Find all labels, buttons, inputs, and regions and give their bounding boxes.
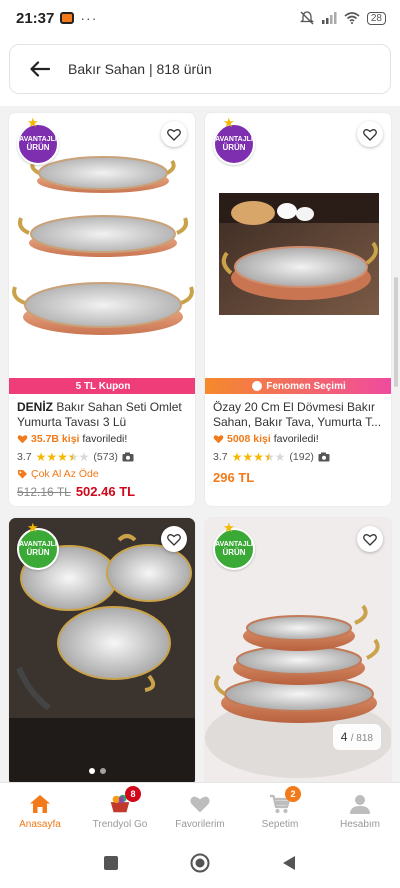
heart-outline-icon xyxy=(167,533,181,546)
search-bar[interactable]: Bakır Sahan | 818 ürün xyxy=(9,44,391,94)
product-brand: DENİZ xyxy=(17,400,53,414)
pagination-dot[interactable] xyxy=(89,768,95,774)
favorite-button[interactable] xyxy=(357,121,383,147)
recent-apps-icon[interactable] xyxy=(104,856,118,870)
heart-outline-icon xyxy=(167,128,181,141)
back-triangle-icon[interactable] xyxy=(282,855,296,871)
star-icon: ★ xyxy=(27,115,39,130)
fenomen-secimi-strip: Fenomen Seçimi xyxy=(205,378,391,394)
kupon-strip: 5 TL Kupon xyxy=(9,378,195,394)
user-icon xyxy=(350,794,370,814)
heart-filled-icon xyxy=(213,435,224,444)
product-grid: ★ AVANTAJLI ÜRÜN 5 TL Kupon DENİZ Bakır … xyxy=(0,112,400,782)
status-bar: 21:37 ··· 28 xyxy=(0,0,400,36)
arrow-left-icon xyxy=(30,61,50,77)
tag-icon xyxy=(18,469,27,478)
rating-value: 3.7 xyxy=(213,451,228,463)
more-notifications-icon: ··· xyxy=(80,10,98,26)
image-pagination-dots xyxy=(89,768,106,774)
star-icon: ★ xyxy=(27,520,39,535)
app-notification-icon xyxy=(60,12,75,24)
back-button[interactable] xyxy=(18,44,62,94)
rating-stars: ★★★★★★ xyxy=(231,450,286,464)
promo-info: Çok Al Az Öde xyxy=(17,468,191,480)
price: 296 TL xyxy=(213,470,255,485)
price-info: 512.16 TL 502.46 TL xyxy=(17,484,191,499)
heart-outline-icon xyxy=(363,128,377,141)
heart-outline-icon xyxy=(363,533,377,546)
mute-icon xyxy=(299,11,314,25)
discounted-price: 502.46 TL xyxy=(75,484,136,499)
rating-info: 3.7 ★★★★★★ (192) xyxy=(213,450,387,464)
search-header: Bakır Sahan | 818 ürün xyxy=(0,36,400,106)
star-icon: ★ xyxy=(223,115,235,130)
trendyol-go-badge: 8 xyxy=(125,785,141,802)
status-time: 21:37 xyxy=(16,9,55,27)
cart-badge: 2 xyxy=(285,785,301,802)
favorite-button[interactable] xyxy=(357,526,383,552)
nav-anasayfa[interactable]: Anasayfa xyxy=(0,783,80,838)
product-card[interactable]: ★ AVANTAJLI ÜRÜN 4 / 818 xyxy=(204,517,392,782)
rating-info: 3.7 ★★★★★★ (573) xyxy=(17,450,191,464)
product-title[interactable]: DENİZ Bakır Sahan Seti Omlet Yumurta Tav… xyxy=(17,400,191,430)
heart-icon xyxy=(190,796,210,812)
nav-trendyol-go[interactable]: 8 Trendyol Go xyxy=(80,783,160,838)
product-title[interactable]: Özay 20 Cm El Dövmesi Bakır Sahan, Bakır… xyxy=(213,400,387,430)
result-page-counter: 4 / 818 xyxy=(332,724,381,750)
nav-hesabim[interactable]: Hesabım xyxy=(320,783,400,838)
pagination-dot[interactable] xyxy=(100,768,106,774)
favorites-info: 35.7B kişi favoriledi! xyxy=(17,433,191,445)
favorite-button[interactable] xyxy=(161,526,187,552)
wifi-icon xyxy=(344,12,360,24)
home-circle-icon[interactable] xyxy=(190,853,210,873)
review-count: (192) xyxy=(289,451,314,463)
system-navigation-bar xyxy=(0,838,400,888)
product-brand: Özay xyxy=(213,400,242,414)
rating-stars: ★★★★★★ xyxy=(35,450,90,464)
favorite-button[interactable] xyxy=(161,121,187,147)
status-icons: 28 xyxy=(299,11,386,25)
battery-indicator: 28 xyxy=(366,11,386,25)
product-card[interactable]: ★ AVANTAJLI ÜRÜN 5 TL Kupon DENİZ Bakır … xyxy=(8,112,196,507)
camera-icon xyxy=(318,452,330,462)
product-card[interactable]: ★ AVANTAJLI ÜRÜN Fenomen Seçimi Özay 20 … xyxy=(204,112,392,507)
old-price: 512.16 TL xyxy=(17,485,71,499)
signal-icon xyxy=(321,12,337,24)
star-icon: ★ xyxy=(223,520,235,535)
rating-value: 3.7 xyxy=(17,451,32,463)
home-icon xyxy=(30,794,50,813)
search-query-text[interactable]: Bakır Sahan | 818 ürün xyxy=(68,61,212,77)
heart-filled-icon xyxy=(17,435,28,444)
scrollbar[interactable] xyxy=(394,277,398,387)
nav-favorilerim[interactable]: Favorilerim xyxy=(160,783,240,838)
bottom-navigation: Anasayfa 8 Trendyol Go Favorilerim 2 Sep… xyxy=(0,782,400,838)
review-count: (573) xyxy=(93,451,118,463)
camera-icon xyxy=(122,452,134,462)
fenomen-icon xyxy=(252,381,263,391)
nav-sepetim[interactable]: 2 Sepetim xyxy=(240,783,320,838)
favorites-info: 5008 kişi favoriledi! xyxy=(213,433,387,445)
product-card[interactable]: ★ AVANTAJLI ÜRÜN xyxy=(8,517,196,782)
